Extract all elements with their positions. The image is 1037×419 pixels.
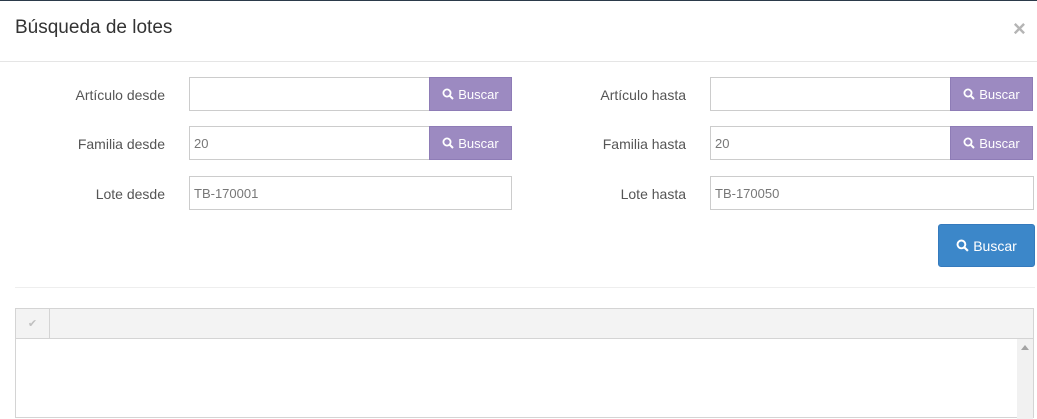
button-label: Buscar: [458, 135, 499, 151]
search-icon: [963, 88, 975, 100]
articulo-desde-search-button[interactable]: Buscar: [429, 77, 512, 111]
search-icon: [963, 137, 975, 149]
button-label: Buscar: [458, 86, 499, 102]
search-icon: [956, 239, 969, 252]
search-button[interactable]: Buscar: [938, 224, 1035, 267]
lote-desde-label: Lote desde: [95, 186, 165, 202]
articulo-desde-input[interactable]: [189, 77, 430, 111]
select-all-checkbox[interactable]: ✔: [16, 309, 50, 338]
modal-title: Búsqueda de lotes: [15, 17, 173, 38]
familia-hasta-input[interactable]: [710, 126, 951, 160]
familia-desde-input[interactable]: [189, 126, 430, 160]
articulo-hasta-label: Artículo hasta: [600, 87, 686, 103]
form-divider: [15, 287, 1035, 288]
articulo-desde-label: Artículo desde: [75, 87, 166, 103]
scroll-up-arrow-icon[interactable]: [1021, 345, 1029, 350]
familia-hasta-search-button[interactable]: Buscar: [950, 126, 1033, 160]
lote-hasta-label: Lote hasta: [620, 186, 686, 202]
search-icon: [442, 88, 454, 100]
results-grid: ✔: [15, 308, 1034, 419]
top-border: [0, 0, 1037, 1]
grid-header: ✔: [16, 309, 1033, 339]
search-button-label: Buscar: [973, 237, 1017, 254]
close-icon[interactable]: ×: [1013, 18, 1026, 40]
familia-desde-label: Familia desde: [77, 136, 165, 152]
articulo-hasta-input[interactable]: [710, 77, 951, 111]
button-label: Buscar: [979, 86, 1020, 102]
lote-hasta-input[interactable]: [710, 176, 1034, 210]
header-divider: [0, 61, 1037, 62]
button-label: Buscar: [979, 135, 1020, 151]
vertical-scrollbar[interactable]: [1017, 339, 1033, 419]
check-icon: ✔: [27, 318, 38, 330]
articulo-hasta-search-button[interactable]: Buscar: [950, 77, 1033, 111]
lote-desde-input[interactable]: [189, 176, 512, 210]
familia-hasta-label: Familia hasta: [602, 136, 686, 152]
familia-desde-search-button[interactable]: Buscar: [429, 126, 512, 160]
search-icon: [442, 137, 454, 149]
